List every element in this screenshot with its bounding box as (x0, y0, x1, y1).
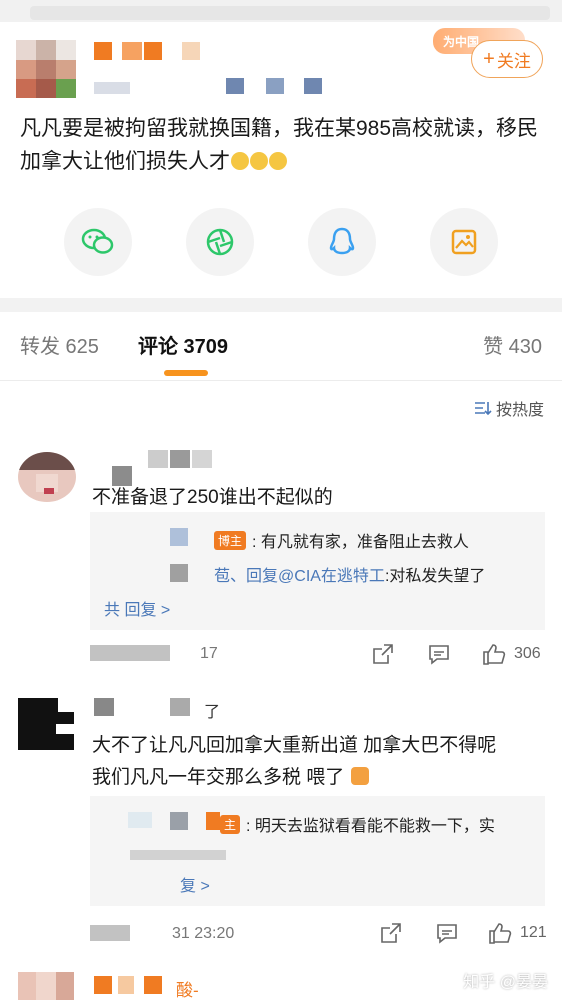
save-image-button[interactable] (430, 208, 498, 276)
wechat-share-button[interactable] (64, 208, 132, 276)
smile-emoji-icon (269, 152, 287, 170)
comment-avatar[interactable] (18, 972, 74, 1000)
follow-button[interactable]: + 关注 (471, 40, 543, 78)
comment-time-blur (90, 645, 170, 661)
qq-icon (329, 227, 355, 255)
qq-share-button[interactable] (308, 208, 376, 276)
moments-share-button[interactable] (186, 208, 254, 276)
comment-time: 31 23:20 (172, 925, 235, 942)
repost-button[interactable] (380, 922, 402, 944)
post-text: 凡凡要是被拘留我就换国籍，我在某985高校就读，移民加拿大让他们损失人才 (20, 117, 539, 173)
reply-button[interactable] (428, 643, 450, 665)
view-more-replies-link[interactable]: 复 > (180, 872, 210, 896)
doge-emoji-icon (350, 767, 369, 785)
comment-username[interactable] (94, 976, 174, 996)
like-button[interactable]: 121 (488, 922, 547, 944)
username[interactable] (94, 42, 214, 62)
comment-time: 17 (200, 645, 218, 662)
wechat-icon (81, 228, 114, 254)
comment-username[interactable] (112, 450, 222, 486)
share-icon (381, 923, 401, 943)
top-strip (0, 0, 562, 22)
comment-username-suffix: 酸- (176, 981, 199, 1000)
moments-icon (206, 228, 234, 256)
repost-button[interactable] (372, 643, 394, 665)
reply-line: 主: 明天去监狱看看能不能救一下，实 (220, 812, 495, 836)
reply-line: 博主: 有凡就有家，准备阻止去救人 (214, 528, 469, 552)
save-image-icon (451, 229, 477, 255)
tab-likes[interactable]: 赞 430 (483, 330, 542, 359)
tab-reposts[interactable]: 转发 625 (20, 330, 99, 359)
comment-avatar[interactable] (18, 698, 74, 750)
share-icon (373, 644, 393, 664)
comment-username-suffix: 了 (204, 704, 221, 721)
comment-avatar[interactable] (18, 452, 76, 502)
plus-icon: + (483, 47, 495, 70)
smile-emoji-icon (231, 152, 249, 170)
active-tab-indicator (164, 370, 208, 376)
sort-button[interactable]: 按热度 (474, 396, 544, 420)
comment-text: 不准备退了250谁出不起似的 (92, 487, 333, 508)
section-separator (0, 298, 562, 312)
view-more-replies-link[interactable]: 共 回复 > (104, 596, 170, 620)
user-meta (94, 78, 344, 96)
comment-text: 我们凡凡一年交那么多税 喂了 (92, 762, 369, 789)
comment-icon (429, 645, 449, 665)
watermark: 知乎 @晏晏 (463, 974, 548, 991)
like-button[interactable]: 306 (482, 643, 541, 665)
comment-icon (437, 924, 457, 944)
divider (0, 380, 562, 381)
blogger-tag: 主 (220, 815, 241, 834)
reply-box[interactable]: 主: 明天去监狱看看能不能救一下，实 复 > (90, 796, 545, 906)
blogger-tag: 博主 (214, 531, 247, 550)
reply-line: 苞、回复@CIA在逃特工:对私发失望了 (214, 568, 486, 585)
avatar[interactable] (16, 40, 76, 98)
comment-text: 大不了让凡凡回加拿大重新出道 加拿大巴不得呢 (92, 735, 497, 756)
smile-emoji-icon (250, 152, 268, 170)
thumb-up-icon (489, 923, 512, 944)
sort-icon (474, 402, 492, 416)
thumb-up-icon (483, 644, 506, 665)
comment-time-blur (90, 925, 130, 941)
mention-link[interactable]: @CIA在逃特工 (278, 568, 385, 585)
reply-button[interactable] (436, 922, 458, 944)
reply-box[interactable]: 博主: 有凡就有家，准备阻止去救人 苞、回复@CIA在逃特工:对私发失望了 共 … (90, 512, 545, 630)
tab-comments[interactable]: 评论 3709 (138, 330, 228, 359)
